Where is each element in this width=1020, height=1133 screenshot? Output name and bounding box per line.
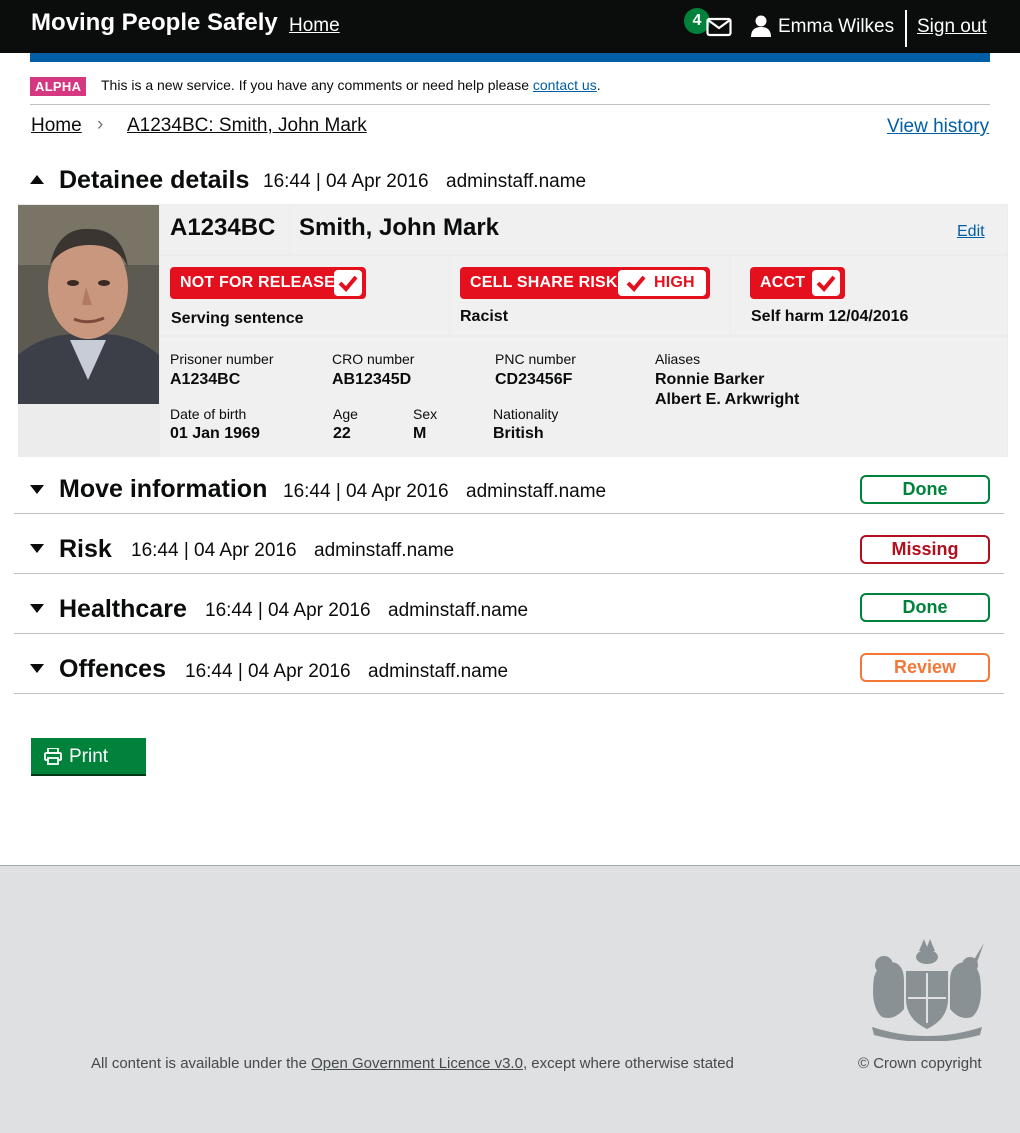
open-government-licence-link[interactable]: Open Government Licence v3.0 [311, 1055, 523, 1072]
check-icon [626, 275, 646, 292]
prisoner-name: Smith, John Mark [299, 214, 500, 241]
envelope-icon[interactable] [706, 15, 732, 42]
breadcrumb-current[interactable]: A1234BC: Smith, John Mark [127, 115, 367, 137]
print-button[interactable]: Print [31, 738, 146, 774]
status-badge[interactable]: Missing [860, 535, 990, 564]
detainee-photo [18, 205, 159, 404]
section-divider [14, 693, 1004, 694]
prisoner-number-value: A1234BC [170, 371, 241, 388]
field-label: Aliases [655, 351, 701, 367]
alert-detail: Serving sentence [171, 310, 304, 327]
phase-tag: ALPHA [30, 77, 87, 96]
expand-triangle-icon[interactable] [30, 664, 44, 673]
field-label: PNC number [495, 351, 576, 367]
top-header: Moving People Safely Home 4 Emma Wilkes … [0, 0, 1020, 53]
breadcrumb-home[interactable]: Home [31, 115, 82, 137]
alias-value: Ronnie Barker [655, 371, 765, 388]
section-timestamp: 16:44 | 04 Apr 2016 [131, 540, 297, 561]
date-of-birth-value: 01 Jan 1969 [170, 425, 260, 442]
status-badge[interactable]: Review [860, 653, 990, 682]
section-divider [14, 633, 1004, 634]
cro-number-value: AB12345D [332, 371, 412, 388]
field-label: Age [333, 406, 358, 422]
sign-out-link[interactable]: Sign out [917, 16, 987, 38]
prison-id: A1234BC [170, 214, 276, 241]
collapse-triangle-icon[interactable] [30, 175, 44, 184]
sex-value: M [413, 425, 427, 442]
view-history-link[interactable]: View history [887, 116, 989, 138]
royal-coat-of-arms-icon [864, 937, 990, 1046]
section-timestamp: 16:44 | 04 Apr 2016 [283, 481, 449, 502]
risk-level: HIGH [654, 274, 695, 291]
crown-copyright: © Crown copyright [858, 1055, 982, 1072]
section-title-healthcare[interactable]: Healthcare [59, 595, 187, 624]
alert-detail: Racist [460, 308, 509, 325]
user-icon [751, 15, 771, 42]
not-for-release-alert: NOT FOR RELEASE [170, 267, 366, 299]
section-divider [14, 573, 1004, 574]
section-user: adminstaff.name [368, 661, 509, 682]
age-value: 22 [333, 425, 351, 442]
print-button-label: Print [69, 746, 109, 767]
field-label: Nationality [493, 406, 559, 422]
banner-divider [30, 104, 990, 105]
status-badge[interactable]: Done [860, 475, 990, 504]
detainee-info-grid [160, 337, 1007, 457]
section-title-offences[interactable]: Offences [59, 655, 166, 684]
header-divider [905, 10, 907, 47]
nationality-value: British [493, 425, 544, 442]
section-user: adminstaff.name [388, 600, 529, 621]
section-title-detainee[interactable]: Detainee details [59, 166, 249, 195]
expand-triangle-icon[interactable] [30, 604, 44, 613]
risk-level-box: HIGH [618, 270, 706, 296]
header-accent-bar [30, 53, 990, 62]
alert-label: CELL SHARE RISK [470, 274, 618, 291]
printer-icon [44, 747, 62, 771]
section-user: adminstaff.name [446, 171, 587, 192]
cell-share-risk-alert: CELL SHARE RISK HIGH [460, 267, 710, 299]
user-name[interactable]: Emma Wilkes [778, 16, 894, 38]
header-home-link[interactable]: Home [289, 15, 340, 37]
section-user: adminstaff.name [314, 540, 455, 561]
section-title-risk[interactable]: Risk [59, 535, 112, 564]
field-label: Date of birth [170, 406, 247, 422]
phase-banner-text: This is a new service. If you have any c… [101, 77, 601, 93]
alert-label: ACCT [760, 274, 806, 291]
section-title-move[interactable]: Move information [59, 475, 267, 504]
service-name: Moving People Safely [31, 9, 278, 36]
alias-value: Albert E. Arkwright [655, 391, 800, 408]
pnc-number-value: CD23456F [495, 371, 573, 388]
contact-us-link[interactable]: contact us [533, 77, 597, 93]
section-timestamp: 16:44 | 04 Apr 2016 [263, 171, 429, 192]
section-timestamp: 16:44 | 04 Apr 2016 [205, 600, 371, 621]
edit-link[interactable]: Edit [957, 223, 985, 241]
alert-label: NOT FOR RELEASE [180, 274, 336, 291]
alert-detail: Self harm 12/04/2016 [751, 308, 909, 325]
field-label: CRO number [332, 351, 415, 367]
check-icon [334, 270, 362, 296]
section-user: adminstaff.name [466, 481, 607, 502]
section-timestamp: 16:44 | 04 Apr 2016 [185, 661, 351, 682]
acct-alert: ACCT [750, 267, 845, 299]
field-label: Sex [413, 406, 438, 422]
licence-text: All content is available under the Open … [91, 1055, 734, 1072]
check-icon [812, 270, 840, 296]
status-badge[interactable]: Done [860, 593, 990, 622]
field-label: Prisoner number [170, 351, 274, 367]
expand-triangle-icon[interactable] [30, 544, 44, 553]
chevron-right-icon: › [97, 114, 104, 135]
expand-triangle-icon[interactable] [30, 485, 44, 494]
section-divider [14, 513, 1004, 514]
